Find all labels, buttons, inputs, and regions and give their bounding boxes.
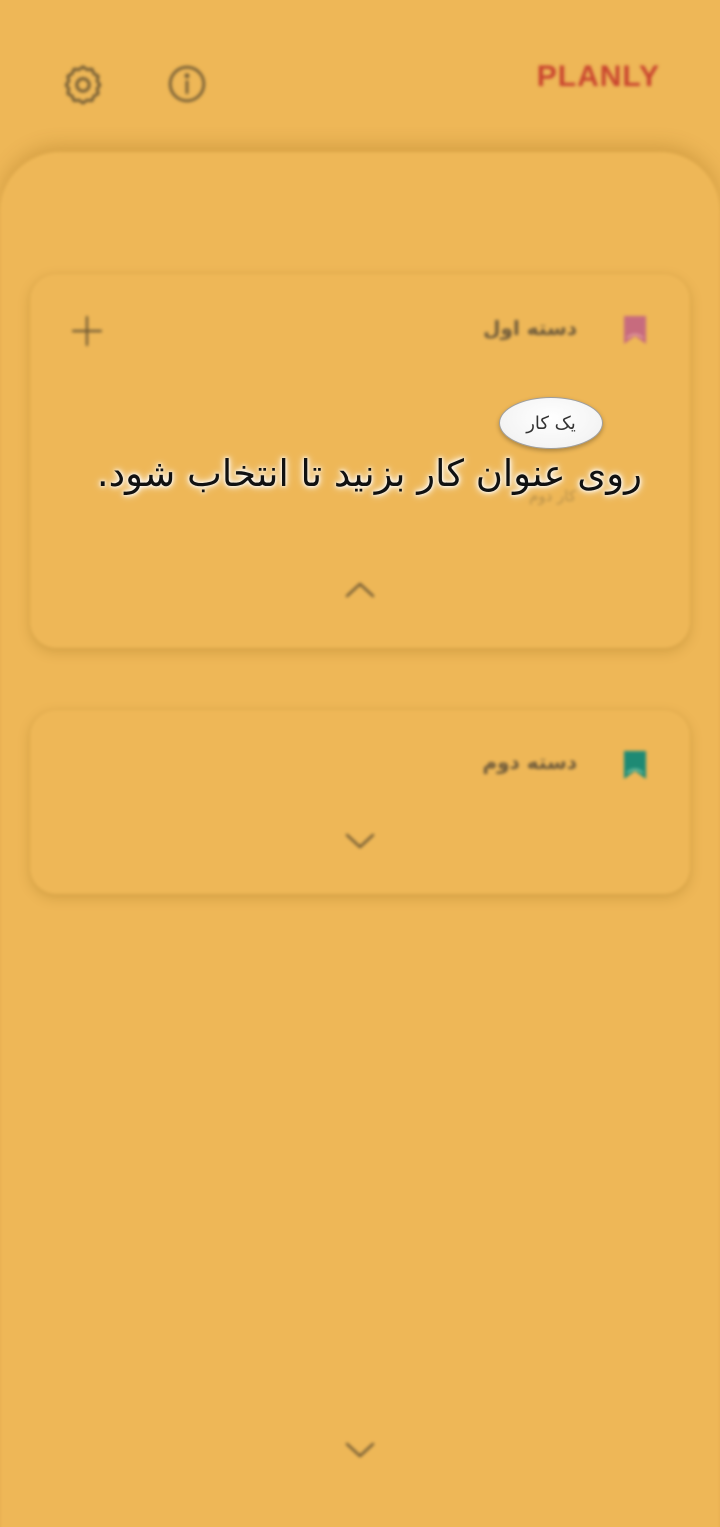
- chevron-up-icon[interactable]: [342, 580, 378, 600]
- app-screen: PLANLY دسته اول کار دوم دسته دوم یک کار …: [0, 0, 720, 1527]
- tutorial-task-bubble[interactable]: یک کار: [499, 397, 603, 449]
- category-title[interactable]: دسته دوم: [482, 750, 577, 774]
- info-icon: [168, 65, 206, 103]
- chevron-down-icon[interactable]: [342, 1440, 378, 1460]
- category-title[interactable]: دسته اول: [483, 316, 577, 340]
- app-logo: PLANLY: [536, 60, 660, 93]
- gear-icon: [64, 65, 102, 105]
- category-card-2: دسته دوم: [30, 710, 690, 894]
- bookmark-icon: [624, 316, 646, 344]
- tutorial-instruction: روی عنوان کار بزنید تا انتخاب شود.: [96, 452, 642, 495]
- bookmark-icon: [624, 751, 646, 779]
- info-button[interactable]: [162, 59, 212, 109]
- chevron-down-icon[interactable]: [342, 831, 378, 851]
- settings-button[interactable]: [58, 59, 108, 109]
- blurred-background: PLANLY دسته اول کار دوم دسته دوم: [0, 0, 720, 1527]
- add-task-button[interactable]: [68, 312, 106, 350]
- top-bar: PLANLY: [0, 0, 720, 160]
